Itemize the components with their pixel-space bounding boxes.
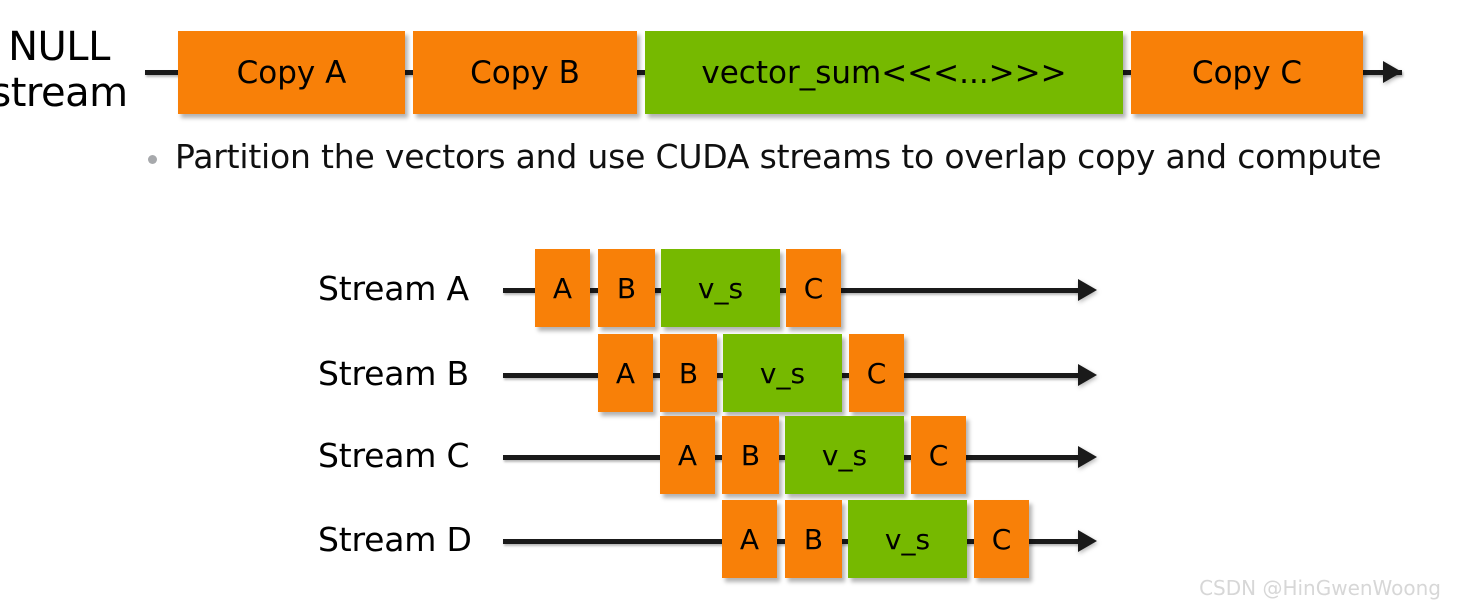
bullet-dot-icon: [148, 155, 157, 165]
stream-arrow-icon-b: [1078, 364, 1097, 386]
null-stream-box-label: Copy C: [1191, 54, 1303, 91]
stream-d-box-b: B: [785, 500, 842, 578]
stream-arrow-icon-a: [1078, 279, 1097, 301]
stream-arrow-icon-d: [1078, 530, 1097, 552]
stream-c-box-v-s: v_s: [785, 416, 904, 494]
stream-a-box-b: B: [598, 249, 655, 327]
null-stream-box-label: Copy A: [236, 54, 347, 91]
stream-box-label: A: [615, 356, 636, 390]
null-stream-box-kernel: vector_sum<<<...>>>: [645, 31, 1123, 114]
stream-row-label-d: Stream D: [318, 520, 472, 559]
stream-box-label: v_s: [697, 271, 744, 305]
stream-box-label: A: [739, 522, 760, 556]
stream-box-label: A: [552, 271, 573, 305]
stream-box-label: v_s: [759, 356, 806, 390]
stream-row-label-a: Stream A: [318, 269, 469, 308]
stream-box-label: C: [991, 522, 1012, 556]
stream-box-label: C: [803, 271, 824, 305]
bullet-text: Partition the vectors and use CUDA strea…: [175, 137, 1382, 176]
bullet-row: Partition the vectors and use CUDA strea…: [148, 137, 1382, 176]
stream-c-box-a: A: [660, 416, 715, 494]
null-stream-box-copy-c: Copy C: [1131, 31, 1363, 114]
stream-box-label: A: [677, 438, 698, 472]
slide-canvas: NULL stream Copy A Copy B vector_sum<<<...…: [0, 0, 1459, 608]
stream-a-box-v-s: v_s: [661, 249, 780, 327]
stream-b-box-a: A: [598, 334, 653, 412]
stream-box-label: v_s: [821, 438, 868, 472]
stream-d-box-v-s: v_s: [848, 500, 967, 578]
stream-b-box-b: B: [660, 334, 717, 412]
stream-box-label: B: [803, 522, 824, 556]
null-stream-box-label: vector_sum<<<...>>>: [701, 54, 1067, 91]
watermark: CSDN @HinGwenWoong: [1199, 576, 1441, 600]
stream-box-label: B: [616, 271, 637, 305]
null-stream-arrow-icon: [1383, 61, 1402, 83]
stream-b-box-v-s: v_s: [723, 334, 842, 412]
null-stream-box-copy-a: Copy A: [178, 31, 405, 114]
null-stream-label-line1: NULL: [8, 24, 110, 70]
null-stream-label: NULL stream: [0, 24, 134, 116]
stream-b-box-c: C: [849, 334, 904, 412]
stream-box-label: C: [928, 438, 949, 472]
stream-d-box-a: A: [722, 500, 777, 578]
null-stream-box-label: Copy B: [470, 54, 580, 91]
stream-box-label: C: [866, 356, 887, 390]
stream-box-label: B: [678, 356, 699, 390]
stream-a-box-a: A: [535, 249, 590, 327]
stream-d-box-c: C: [974, 500, 1029, 578]
stream-row-label-c: Stream C: [318, 436, 470, 475]
stream-a-box-c: C: [786, 249, 841, 327]
stream-arrow-icon-c: [1078, 446, 1097, 468]
stream-c-box-b: B: [722, 416, 779, 494]
stream-box-label: v_s: [884, 522, 931, 556]
null-stream-label-line2: stream: [0, 70, 128, 116]
stream-c-box-c: C: [911, 416, 966, 494]
null-stream-box-copy-b: Copy B: [413, 31, 637, 114]
stream-row-label-b: Stream B: [318, 354, 469, 393]
stream-box-label: B: [740, 438, 761, 472]
